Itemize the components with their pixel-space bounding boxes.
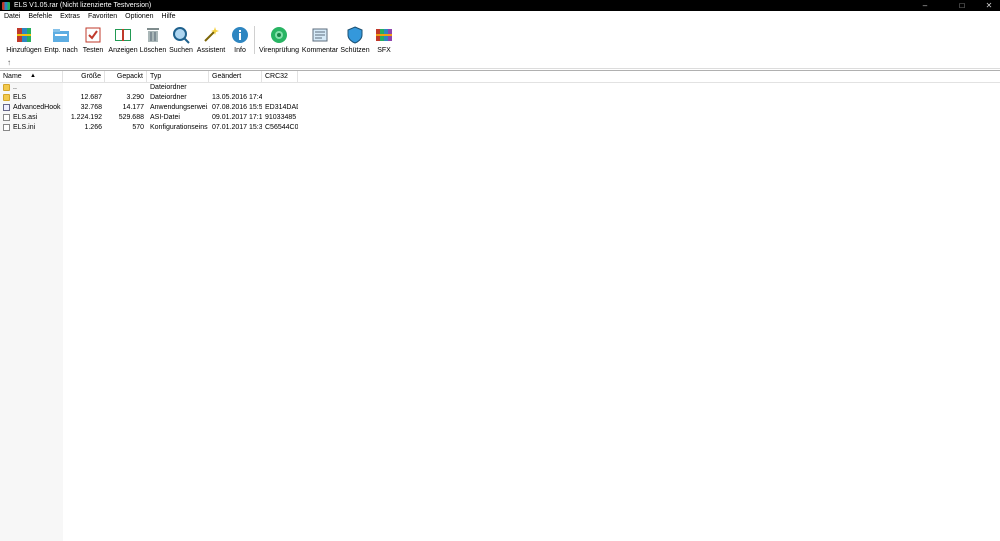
close-icon[interactable]: ✕ [978,0,1000,11]
winrar-app-icon [2,1,10,10]
up-folder-icon[interactable]: ↑ [7,58,11,67]
sfx-button[interactable]: SFX [373,24,395,56]
search-button[interactable]: Suchen [169,24,193,56]
file-row[interactable]: .. Dateiordner [0,83,300,93]
shield-icon [346,26,364,44]
delete-button[interactable]: Löschen [140,24,166,56]
window-title: ELS V1.05.rar (Nicht lizenzierte Testver… [14,2,152,9]
column-crc32[interactable]: CRC32 [262,71,298,82]
menu-extras[interactable]: Extras [60,13,80,20]
dll-file-icon [3,104,10,111]
comment-icon [311,26,329,44]
info-icon [231,26,249,44]
add-archive-icon [15,26,33,44]
title-bar: ELS V1.05.rar (Nicht lizenzierte Testver… [0,0,1000,11]
file-row[interactable]: ELS.ini 1.266 570 Konfigurationseins... … [0,123,300,133]
wizard-icon [202,26,220,44]
menu-favoriten[interactable]: Favoriten [88,13,117,20]
trash-icon [144,26,162,44]
extract-folder-icon [52,26,70,44]
view-book-icon [114,26,132,44]
file-row[interactable]: AdvancedHook... 32.768 14.177 Anwendungs… [0,103,300,113]
protect-button[interactable]: Schützen [340,24,370,56]
comment-button[interactable]: Kommentar [302,24,338,56]
info-button[interactable]: Info [231,24,249,56]
folder-icon [3,94,10,101]
extract-button[interactable]: Entp. nach [44,24,78,56]
menu-hilfe[interactable]: Hilfe [162,13,176,20]
virus-scan-icon [270,26,288,44]
folder-icon [3,84,10,91]
search-icon [172,26,190,44]
menu-befehle[interactable]: Befehle [28,13,52,20]
column-name[interactable]: Name ▲ [0,71,63,82]
maximize-icon[interactable]: □ [951,0,973,11]
column-packed[interactable]: Gepackt [105,71,147,82]
test-button[interactable]: Testen [81,24,105,56]
toolbar: Hinzufügen Entp. nach Testen Anzeigen Lö… [0,22,1000,57]
sort-asc-icon: ▲ [30,73,36,79]
settings-file-icon [3,124,10,131]
toolbar-separator [254,26,255,54]
add-button[interactable]: Hinzufügen [6,24,42,56]
virus-scan-button[interactable]: Virenprüfung [259,24,299,56]
test-icon [84,26,102,44]
file-icon [3,114,10,121]
menu-datei[interactable]: Datei [4,13,20,20]
column-size[interactable]: Größe [63,71,105,82]
file-row[interactable]: ELS.asi 1.224.192 529.688 ASI-Datei 09.0… [0,113,300,123]
column-modified[interactable]: Geändert [209,71,262,82]
column-type[interactable]: Typ [147,71,209,82]
column-header-row: Name ▲ Größe Gepackt Typ Geändert CRC32 [0,71,1000,83]
menu-bar: Datei Befehle Extras Favoriten Optionen … [0,11,1000,22]
menu-optionen[interactable]: Optionen [125,13,153,20]
view-button[interactable]: Anzeigen [108,24,138,56]
name-column-shade [0,83,63,541]
sfx-icon [375,26,393,44]
path-bar: ↑ [0,57,1000,69]
file-list: Name ▲ Größe Gepackt Typ Geändert CRC32 … [0,70,1000,541]
file-row[interactable]: ELS 12.687 3.290 Dateiordner 13.05.2016 … [0,93,300,103]
wizard-button[interactable]: Assistent [197,24,225,56]
minimize-icon[interactable]: – [914,0,936,11]
